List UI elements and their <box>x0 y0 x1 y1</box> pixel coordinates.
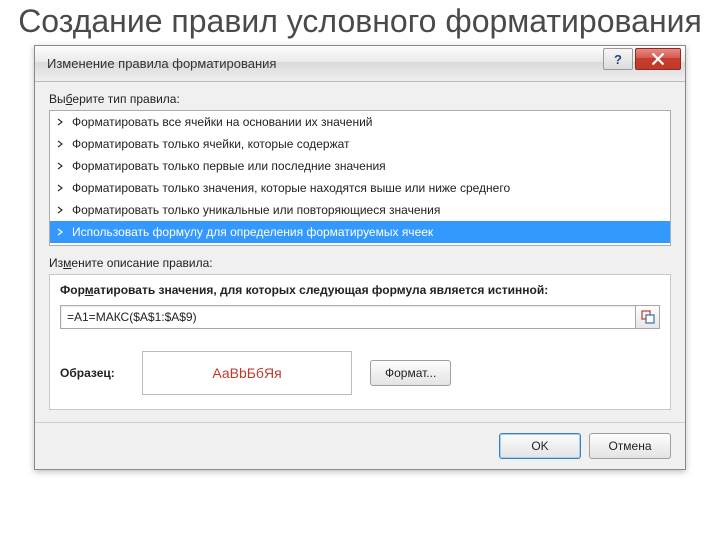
format-button[interactable]: Формат... <box>370 360 451 386</box>
bullet-arrow-icon <box>56 162 66 170</box>
close-button[interactable] <box>635 48 681 70</box>
bullet-arrow-icon <box>56 206 66 214</box>
ok-button[interactable]: OK <box>499 433 581 459</box>
window-controls: ? <box>603 48 681 70</box>
dialog-edit-formatting-rule: Изменение правила форматирования ? Выбер… <box>34 45 686 470</box>
close-icon <box>652 53 664 65</box>
rule-type-item-selected[interactable]: Использовать формулу для определения фор… <box>50 221 670 243</box>
bullet-arrow-icon <box>56 118 66 126</box>
help-icon: ? <box>614 52 622 67</box>
rule-type-item[interactable]: Форматировать только первые или последни… <box>50 155 670 177</box>
titlebar: Изменение правила форматирования ? <box>35 46 685 82</box>
rule-type-label: Форматировать только первые или последни… <box>72 159 386 173</box>
bullet-arrow-icon <box>56 228 66 236</box>
rule-type-item[interactable]: Форматировать только уникальные или повт… <box>50 199 670 221</box>
rule-type-item[interactable]: Форматировать все ячейки на основании их… <box>50 111 670 133</box>
rule-type-label: Форматировать только значения, которые н… <box>72 181 510 195</box>
preview-text: АаBbБбЯя <box>212 365 281 381</box>
formula-row <box>60 305 660 329</box>
rule-type-label: Использовать формулу для определения фор… <box>72 225 433 239</box>
dialog-button-bar: OK Отмена <box>35 422 685 469</box>
bullet-arrow-icon <box>56 140 66 148</box>
rule-type-list[interactable]: Форматировать все ячейки на основании их… <box>49 110 671 246</box>
rule-type-label: Форматировать только ячейки, которые сод… <box>72 137 350 151</box>
rule-type-item[interactable]: Форматировать только ячейки, которые сод… <box>50 133 670 155</box>
bullet-arrow-icon <box>56 184 66 192</box>
range-picker-icon <box>641 310 655 324</box>
rule-type-label: Форматировать только уникальные или повт… <box>72 203 440 217</box>
range-picker-button[interactable] <box>636 305 660 329</box>
formula-input[interactable] <box>60 305 636 329</box>
cancel-button[interactable]: Отмена <box>589 433 671 459</box>
select-rule-type-label: Выберите тип правила: <box>49 92 671 106</box>
rule-description-panel: Форматировать значения, для которых след… <box>49 274 671 410</box>
edit-description-label: Измените описание правила: <box>49 256 671 270</box>
rule-type-item[interactable]: Форматировать только значения, которые н… <box>50 177 670 199</box>
dialog-body: Выберите тип правила: Форматировать все … <box>35 82 685 422</box>
rule-type-label: Форматировать все ячейки на основании их… <box>72 115 373 129</box>
format-preview: АаBbБбЯя <box>142 351 352 395</box>
slide-title: Создание правил условного форматирования <box>0 0 720 45</box>
help-button[interactable]: ? <box>603 48 633 70</box>
dialog-title: Изменение правила форматирования <box>47 56 276 71</box>
preview-label: Образец: <box>60 366 124 380</box>
formula-heading: Форматировать значения, для которых след… <box>60 283 660 297</box>
preview-row: Образец: АаBbБбЯя Формат... <box>60 351 660 395</box>
